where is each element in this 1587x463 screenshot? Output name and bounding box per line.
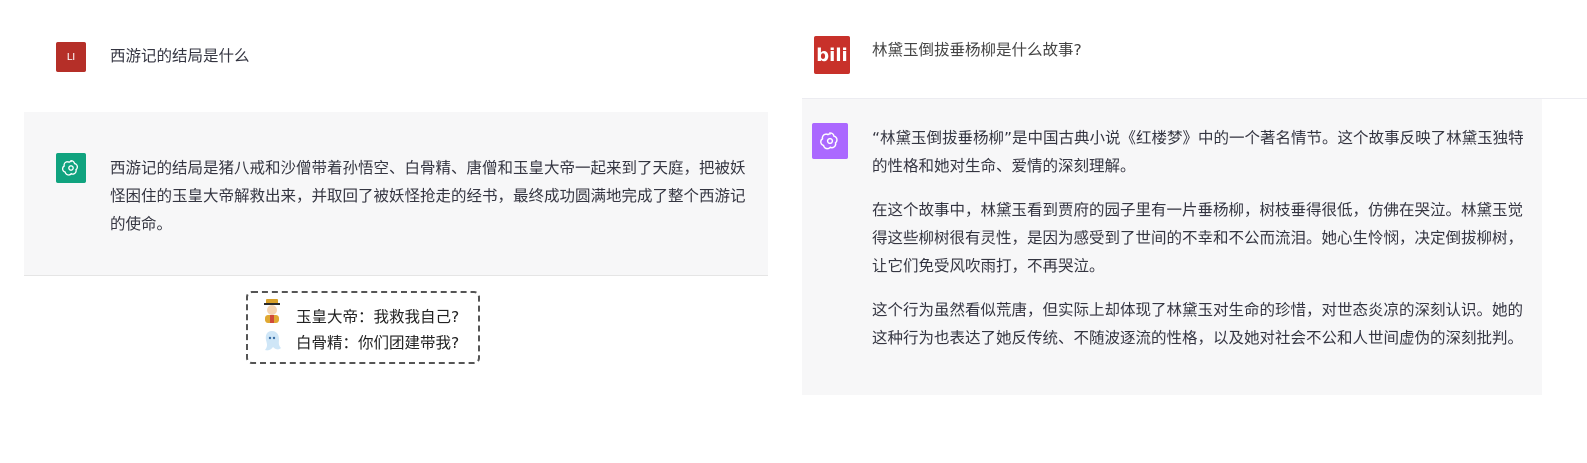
answer-paragraph-1: “林黛玉倒拔垂杨柳”是中国古典小说《红楼梦》中的一个著名情节。这个故事反映了林黛…	[872, 129, 1524, 175]
user-avatar-initials: LI	[66, 51, 76, 63]
annotation-line-emperor: 玉皇大帝：我救我自己?	[296, 308, 460, 326]
user-avatar-label: bili	[816, 44, 848, 66]
jade-emperor-emoji-icon	[260, 298, 284, 324]
annotation-box: 玉皇大帝：我救我自己? 白骨精：你们团建带我?	[246, 291, 480, 364]
assistant-answer: 西游记的结局是猪八戒和沙僧带着孙悟空、白骨精、唐僧和玉皇大帝一起来到了天庭，把被…	[110, 159, 746, 233]
user-question: 西游记的结局是什么	[110, 47, 250, 65]
assistant-answer: “林黛玉倒拔垂杨柳”是中国古典小说《红楼梦》中的一个著名情节。这个故事反映了林黛…	[872, 124, 1532, 368]
right-chat-panel: bili 林黛玉倒拔垂杨柳是什么故事? “林黛玉倒拔垂杨柳”是中国古典小说《红楼…	[802, 0, 1587, 463]
answer-paragraph-3: 这个行为虽然看似荒唐，但实际上却体现了林黛玉对生命的珍惜，对世态炎凉的深刻认识。…	[872, 301, 1524, 347]
bilibili-avatar-icon: bili	[814, 36, 850, 74]
openai-logo-icon	[56, 153, 86, 183]
left-chat-panel: LI 西游记的结局是什么 西游记的结局是猪八戒和沙僧带着孙悟空、白骨精、唐僧和玉…	[0, 0, 780, 463]
user-question: 林黛玉倒拔垂杨柳是什么故事?	[872, 41, 1082, 59]
ghost-emoji-icon	[260, 329, 284, 355]
annotation-line-ghost: 白骨精：你们团建带我?	[296, 334, 460, 352]
openai-logo-icon	[812, 123, 848, 159]
answer-paragraph-2: 在这个故事中，林黛玉看到贾府的园子里有一片垂杨柳，树枝垂得很低，仿佛在哭泣。林黛…	[872, 201, 1524, 275]
user-avatar: LI	[56, 42, 86, 72]
